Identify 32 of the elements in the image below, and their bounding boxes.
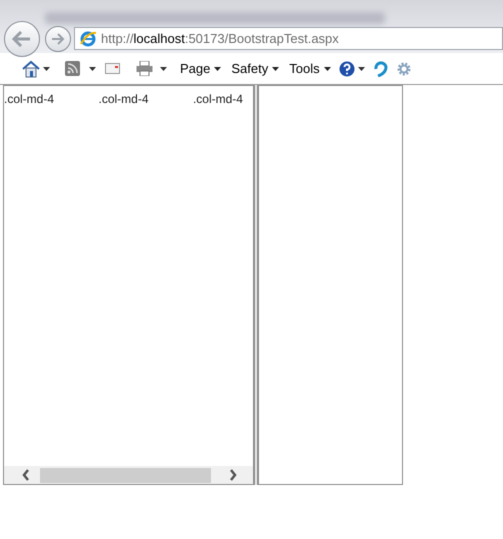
dropdown-caret-icon[interactable] [160,66,167,70]
help-icon[interactable] [338,60,355,76]
frame-splitter[interactable] [254,85,258,485]
house-icon[interactable] [22,60,40,78]
caret-icon [324,66,331,70]
column-label: .col-md-4 [192,91,243,108]
feed-icon[interactable] [65,61,80,76]
forward-button[interactable] [45,26,71,52]
caret-icon [272,66,280,70]
back-arrow-icon [12,31,32,47]
settings-icon[interactable] [396,60,412,76]
address-field[interactable]: http://localhost:50173/BootstrapTest.aspx [74,27,503,50]
caret-icon [214,66,222,70]
scroll-left-icon[interactable] [22,469,30,481]
column-label: .col-md-4 [98,91,148,108]
back-button[interactable] [4,21,40,57]
forward-arrow-icon [51,33,65,45]
browser-logo-icon [79,30,97,48]
dropdown-caret-icon[interactable] [43,66,50,70]
envelope-icon[interactable] [105,63,120,74]
horizontal-scrollbar[interactable] [4,466,253,484]
menu-button[interactable]: Tools [289,58,331,78]
dropdown-caret-icon[interactable] [89,66,96,70]
menu-button[interactable]: Safety [231,58,280,78]
url-text: http://localhost:50173/BootstrapTest.aspx [101,30,339,48]
spiral-icon[interactable] [374,60,388,76]
dropdown-caret-icon[interactable] [358,66,365,70]
printer-icon[interactable] [136,61,153,76]
menu-button[interactable]: Page [180,58,222,78]
scrollbar-thumb[interactable] [40,468,211,482]
column-label: .col-md-4 [4,91,54,108]
scroll-right-icon[interactable] [229,469,237,481]
